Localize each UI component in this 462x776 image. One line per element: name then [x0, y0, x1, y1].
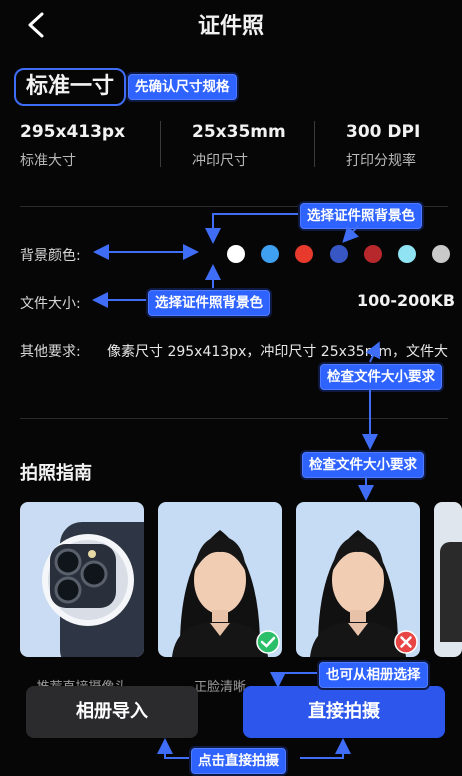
- annotation-select-bg-top: 选择证件照背景色: [298, 201, 424, 231]
- guide-card-camera[interactable]: [20, 502, 144, 657]
- spec-print-value: 25x35mm: [192, 122, 286, 142]
- page-title: 证件照: [197, 14, 264, 39]
- other-requirements: 像素尺寸 295x413px，冲印尺寸 25x35mm，文件大: [107, 344, 448, 360]
- bg-color-dark-red[interactable]: [364, 245, 382, 263]
- filesize-value: 100-200KB: [357, 291, 456, 310]
- bg-color-gray[interactable]: [432, 245, 450, 263]
- guide-card-incorrect[interactable]: [296, 502, 420, 657]
- take-photo-button[interactable]: 直接拍摄: [243, 686, 445, 738]
- spec-dpi-label: 打印分规率: [346, 153, 416, 169]
- spec-dpi-value: 300 DPI: [346, 122, 421, 142]
- annotation-check-size-1: 检查文件大小要求: [318, 362, 444, 392]
- bg-color-label: 背景颜色:: [20, 248, 81, 264]
- album-import-button[interactable]: 相册导入: [26, 686, 198, 738]
- divider: [20, 418, 448, 419]
- annotation-check-size-2: 检查文件大小要求: [300, 450, 426, 480]
- spec-pixel-label: 标准大寸: [20, 153, 76, 169]
- bg-color-cyan[interactable]: [398, 245, 416, 263]
- guide-title: 拍照指南: [20, 463, 92, 484]
- spec-pixel-value: 295x413px: [20, 122, 126, 142]
- bg-color-red[interactable]: [295, 245, 313, 263]
- spec-print-label: 冲印尺寸: [192, 153, 248, 169]
- size-name[interactable]: 标准一寸: [14, 68, 127, 106]
- bg-color-light-blue[interactable]: [261, 245, 279, 263]
- bg-color-blue[interactable]: [330, 245, 348, 263]
- check-icon: [256, 630, 280, 654]
- divider: [314, 121, 315, 167]
- bg-color-white[interactable]: [227, 245, 245, 263]
- guide-card-more[interactable]: [434, 502, 462, 657]
- close-icon: [394, 630, 418, 654]
- annotation-album-hint: 也可从相册选择: [317, 660, 430, 690]
- filesize-label: 文件大小:: [20, 296, 81, 312]
- guide-card-correct[interactable]: [158, 502, 282, 657]
- camera-lens-icon: [42, 522, 144, 657]
- divider: [160, 121, 161, 167]
- annotation-confirm-size: 先确认尺寸规格: [126, 72, 239, 102]
- other-label: 其他要求:: [20, 344, 81, 360]
- annotation-select-bg-mid: 选择证件照背景色: [146, 288, 272, 318]
- annotation-shoot-hint: 点击直接拍摄: [189, 746, 288, 776]
